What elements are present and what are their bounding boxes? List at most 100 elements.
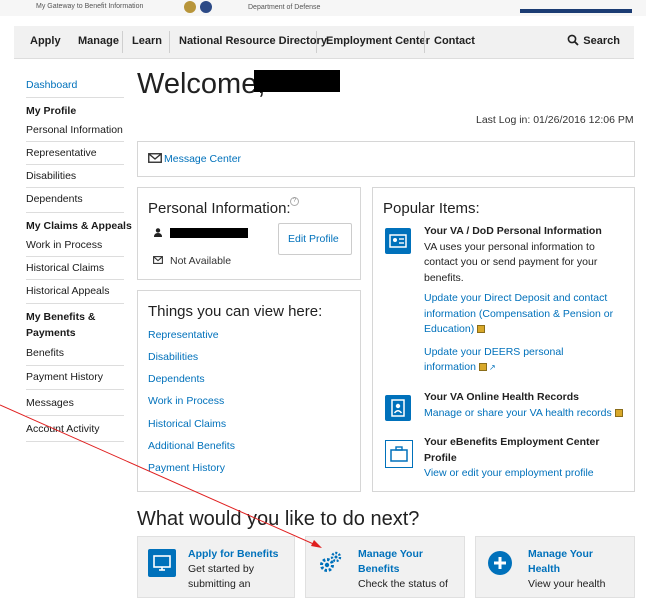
things-link-additional-benefits[interactable]: Additional Benefits [148, 440, 235, 452]
welcome-text: Welcome, [137, 68, 266, 100]
external-link-icon [614, 408, 623, 417]
nav-national-resource-directory[interactable]: National Resource Directory [179, 35, 327, 47]
last-login: Last Log in: 01/26/2016 12:06 PM [476, 114, 634, 126]
nav-search[interactable]: Search [567, 34, 620, 47]
nav-divider [122, 31, 123, 53]
manage-health-card[interactable]: Manage Your Health View your health [475, 536, 635, 598]
link-line: information (Compensation & Pension or [424, 307, 614, 320]
things-title: Things you can view here: [148, 303, 323, 320]
sidebar-divider [26, 256, 124, 257]
help-icon[interactable]: ? [290, 197, 299, 206]
popular-item-personal-info: Your VA / DoD Personal Information VA us… [424, 224, 628, 376]
card-desc: Get started by [188, 563, 254, 575]
nav-divider [424, 31, 425, 53]
search-icon [567, 34, 579, 46]
deers-link[interactable]: Update your DEERS personal information ↗ [424, 345, 628, 376]
sidebar-dashboard[interactable]: Dashboard [26, 79, 77, 91]
things-link-representative[interactable]: Representative [148, 329, 219, 341]
sidebar-divider [26, 279, 124, 280]
computer-icon [148, 549, 176, 577]
health-records-link[interactable]: Manage or share your VA health records [424, 407, 612, 419]
briefcase-icon [385, 440, 413, 468]
edit-profile-button[interactable]: Edit Profile [278, 223, 352, 255]
dod-seal-icon [200, 1, 212, 13]
edit-profile-label: Edit Profile [288, 233, 339, 245]
card-title: Health [528, 563, 561, 575]
things-link-dependents[interactable]: Dependents [148, 373, 205, 385]
page-title: Welcome, [137, 68, 265, 101]
next-steps-title: What would you like to do next? [137, 508, 420, 530]
email-status: Not Available [170, 255, 232, 267]
nav-divider [169, 31, 170, 53]
sidebar-item-historical-appeals[interactable]: Historical Appeals [26, 285, 109, 297]
popular-item-desc: contact you or send payment for your [424, 256, 598, 268]
personal-info-title: Personal Information: [148, 200, 291, 217]
sidebar-item-account-activity[interactable]: Account Activity [26, 423, 100, 435]
new-window-icon: ↗ [488, 363, 496, 372]
popular-item-title: Profile [424, 451, 457, 464]
sidebar-heading-my-profile[interactable]: My Profile [26, 105, 76, 117]
sidebar-item-dependents[interactable]: Dependents [26, 193, 83, 205]
message-center-link[interactable]: Message Center [148, 153, 241, 165]
things-link-disabilities[interactable]: Disabilities [148, 351, 198, 363]
sidebar-divider [26, 164, 124, 165]
message-center-bar: Message Center [137, 141, 635, 177]
person-icon [154, 228, 162, 237]
nav-learn[interactable]: Learn [132, 35, 162, 47]
popular-item-title: Your VA Online Health Records [424, 391, 579, 403]
search-label: Search [583, 35, 620, 47]
sidebar-divider [26, 303, 124, 304]
popular-item-desc: benefits. [424, 271, 464, 284]
sidebar-divider [26, 187, 124, 188]
manage-benefits-card[interactable]: Manage Your Benefits Check the status of [305, 536, 465, 598]
sidebar-item-representative[interactable]: Representative [26, 147, 97, 159]
sidebar-divider [26, 415, 124, 416]
sidebar-item-disabilities[interactable]: Disabilities [26, 170, 76, 182]
popular-item-title: Your VA / DoD Personal Information [424, 225, 602, 237]
nav-divider [316, 31, 317, 53]
sidebar-item-personal-information[interactable]: Personal Information [26, 124, 123, 136]
site-banner: My Gateway to Benefit Information Depart… [0, 0, 646, 16]
sidebar-divider [26, 212, 124, 213]
link-line: Update your DEERS personal [424, 345, 564, 358]
sidebar-item-payment-history[interactable]: Payment History [26, 371, 103, 383]
sidebar-item-messages[interactable]: Messages [26, 397, 74, 409]
nav-manage[interactable]: Manage [78, 35, 119, 47]
link-line: information [424, 361, 476, 373]
nav-employment-center[interactable]: Employment Center [326, 35, 430, 47]
sidebar-divider [26, 389, 124, 390]
sidebar-item-work-in-process[interactable]: Work in Process [26, 239, 102, 251]
id-card-icon [385, 228, 411, 254]
health-record-icon [385, 395, 411, 421]
things-link-work-in-process[interactable]: Work in Process [148, 395, 224, 407]
popular-item-health-records: Your VA Online Health Records Manage or … [424, 390, 634, 421]
envelope-icon [148, 153, 162, 163]
sidebar-item-historical-claims[interactable]: Historical Claims [26, 262, 104, 274]
sidebar-item-benefits[interactable]: Benefits [26, 347, 64, 359]
things-link-payment-history[interactable]: Payment History [148, 462, 225, 474]
popular-items-title: Popular Items: [383, 200, 480, 217]
nav-contact[interactable]: Contact [434, 35, 475, 47]
card-title: Manage Your [528, 548, 593, 560]
direct-deposit-link[interactable]: Update your Direct Deposit and contact i… [424, 291, 628, 338]
things-link-historical-claims[interactable]: Historical Claims [148, 418, 226, 430]
sidebar-divider [26, 441, 124, 442]
redacted-user-name [170, 228, 248, 238]
sidebar-heading-benefits-line2[interactable]: Payments [26, 327, 76, 339]
popular-item-title: Your eBenefits Employment Center [424, 436, 600, 448]
apply-benefits-card[interactable]: Apply for Benefits Get started by submit… [137, 536, 295, 598]
redacted-name [254, 70, 340, 92]
account-bar [520, 9, 632, 13]
sidebar-divider [26, 141, 124, 142]
link-line: Education) [424, 323, 475, 335]
sidebar-heading-benefits-line1[interactable]: My Benefits & [26, 311, 95, 323]
envelope-icon [153, 256, 163, 264]
popular-items-card: Popular Items: Your VA / DoD Personal In… [372, 187, 635, 492]
nav-apply[interactable]: Apply [30, 35, 61, 47]
card-title: Benefits [358, 563, 400, 575]
sidebar-divider [26, 97, 124, 98]
sidebar-heading-claims-appeals[interactable]: My Claims & Appeals [26, 220, 132, 232]
personal-info-card: Personal Information: ? Edit Profile Not… [137, 187, 361, 280]
plus-circle-icon [488, 551, 512, 575]
employment-profile-link[interactable]: View or edit your employment profile [424, 466, 628, 482]
